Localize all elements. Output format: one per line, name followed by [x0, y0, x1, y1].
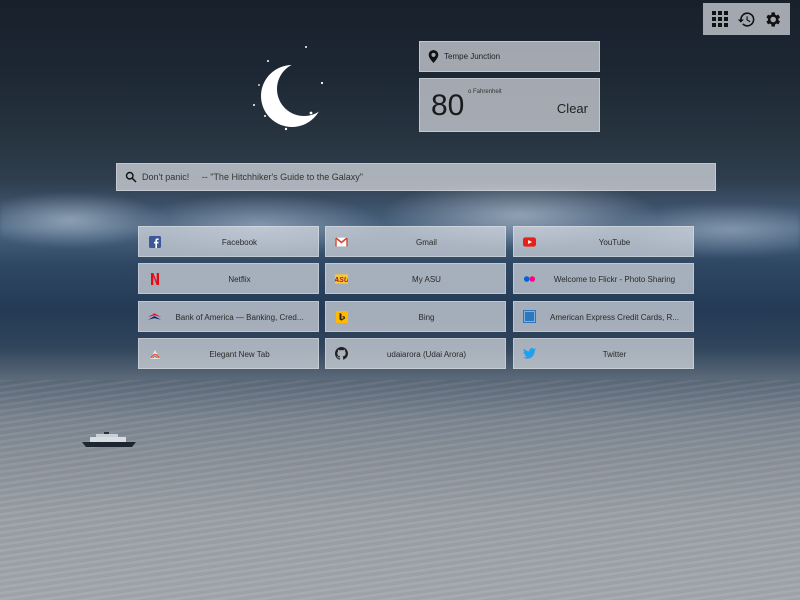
twitter-icon — [523, 347, 536, 360]
flickr-icon — [523, 272, 536, 285]
shortcut-label: Bing — [418, 313, 435, 322]
shortcut-tile[interactable]: ASU My ASU — [325, 263, 506, 294]
search-input[interactable] — [142, 172, 702, 182]
shortcut-tile[interactable]: Bank of America — Banking, Cred... — [138, 301, 319, 332]
shortcut-label: My ASU — [412, 275, 441, 284]
water-surface — [0, 380, 800, 600]
shortcut-label: Facebook — [221, 238, 258, 247]
elegant-new-tab-icon — [148, 347, 161, 360]
shortcut-label: Netflix — [228, 275, 251, 284]
top-toolbar — [703, 3, 790, 35]
weather-location[interactable]: Tempe Junction — [419, 41, 600, 72]
svg-text:ASU: ASU — [335, 276, 348, 283]
shortcut-tile[interactable]: Twitter — [513, 338, 694, 369]
shortcut-label: Welcome to Flickr - Photo Sharing — [553, 275, 676, 284]
location-pin-icon — [428, 50, 439, 63]
bank-of-america-icon — [148, 310, 161, 323]
search-bar — [116, 163, 716, 191]
background-landscape — [0, 0, 800, 600]
bing-icon — [335, 310, 348, 323]
history-icon[interactable] — [735, 8, 757, 30]
shortcut-tile[interactable]: Gmail — [325, 226, 506, 257]
apps-grid-icon[interactable] — [709, 8, 731, 30]
shortcut-tile[interactable]: Welcome to Flickr - Photo Sharing — [513, 263, 694, 294]
asu-icon: ASU — [335, 272, 348, 285]
ship-image — [82, 432, 136, 447]
shortcut-label: Elegant New Tab — [209, 350, 270, 359]
american-express-icon — [523, 310, 536, 323]
shortcut-label: Gmail — [416, 238, 437, 247]
shortcut-tile[interactable]: Elegant New Tab — [138, 338, 319, 369]
netflix-icon — [148, 272, 161, 285]
github-icon — [335, 347, 348, 360]
shortcut-label: American Express Credit Cards, R... — [550, 313, 679, 322]
location-name: Tempe Junction — [444, 52, 501, 61]
weather-condition: Clear — [556, 101, 588, 116]
shortcut-tile[interactable]: udaiarora (Udai Arora) — [325, 338, 506, 369]
shortcut-tile[interactable]: Netflix — [138, 263, 319, 294]
shortcut-tile[interactable]: Facebook — [138, 226, 319, 257]
moon-stars-icon — [253, 46, 324, 131]
shortcut-label: Twitter — [602, 350, 627, 359]
shortcut-label: udaiarora (Udai Arora) — [386, 350, 467, 359]
search-icon — [125, 171, 137, 183]
temperature-value: 80 — [431, 89, 465, 122]
temperature-unit: o Fahrenheit — [468, 89, 502, 95]
weather-temperature-panel: 80 o Fahrenheit Clear — [419, 78, 600, 132]
shortcut-label: YouTube — [598, 238, 631, 247]
settings-gear-icon[interactable] — [762, 8, 784, 30]
shortcut-tile[interactable]: American Express Credit Cards, R... — [513, 301, 694, 332]
facebook-icon — [148, 235, 161, 248]
shortcut-tile[interactable]: Bing — [325, 301, 506, 332]
shortcut-label: Bank of America — Banking, Cred... — [175, 313, 304, 322]
youtube-icon — [523, 235, 536, 248]
shortcut-tile[interactable]: YouTube — [513, 226, 694, 257]
gmail-icon — [335, 235, 348, 248]
